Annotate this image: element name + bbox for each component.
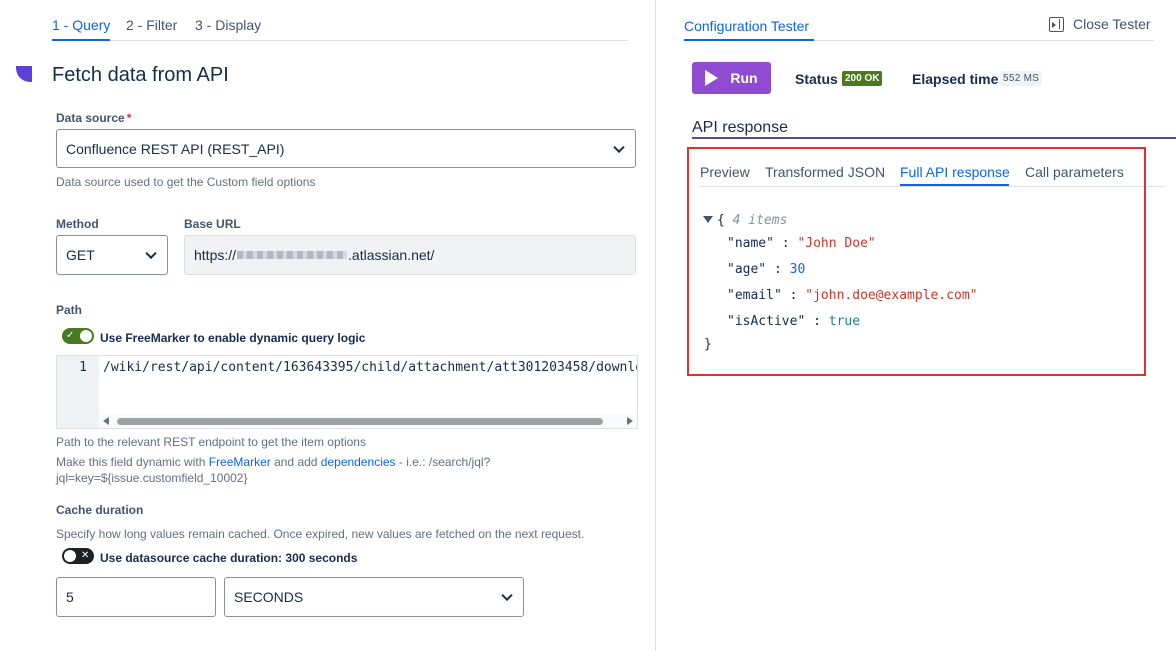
toggle-knob (80, 330, 92, 342)
chevron-down-icon (501, 589, 513, 602)
close-tester-button[interactable]: Close Tester (1049, 16, 1151, 32)
path-help-dynamic: Make this field dynamic with FreeMarker … (56, 455, 491, 469)
path-label: Path (56, 303, 83, 317)
freemarker-toggle-label: Use FreeMarker to enable dynamic query l… (100, 331, 366, 345)
close-tester-label: Close Tester (1073, 16, 1151, 32)
method-label: Method (56, 217, 99, 231)
panel-divider (655, 0, 656, 651)
cache-duration-help: Specify how long values remain cached. O… (56, 527, 585, 541)
data-source-value: Confluence REST API (REST_API) (66, 140, 285, 157)
line-number: 1 (79, 360, 87, 375)
cross-icon: ✕ (81, 550, 90, 561)
cache-unit-value: SECONDS (234, 589, 304, 605)
api-response-underline (692, 137, 1176, 139)
base-url-label: Base URL (184, 217, 241, 231)
cache-duration-input[interactable]: 5 (56, 577, 216, 617)
play-icon (705, 70, 719, 86)
scrollbar-thumb[interactable] (117, 418, 603, 425)
data-source-label: Data source * (56, 111, 132, 125)
section-marker-icon (16, 66, 32, 82)
method-value: GET (66, 247, 95, 263)
panel-close-icon (1049, 16, 1064, 32)
tab-configuration-tester[interactable]: Configuration Tester (684, 18, 809, 34)
base-url-suffix: .atlassian.net/ (348, 247, 435, 263)
highlight-box (687, 147, 1146, 376)
path-code-editor[interactable]: 1 /wiki/rest/api/content/163643395/child… (56, 355, 638, 429)
tabs-underline (52, 40, 628, 41)
scroll-right-icon[interactable] (627, 417, 633, 425)
data-source-help: Data source used to get the Custom field… (56, 175, 316, 189)
horizontal-scrollbar[interactable] (99, 414, 637, 428)
check-icon: ✓ (66, 330, 75, 341)
scroll-left-icon[interactable] (103, 417, 109, 425)
status-badge: 200 OK (842, 71, 883, 86)
cache-unit-select[interactable]: SECONDS (224, 577, 524, 617)
freemarker-toggle[interactable]: ✓ (62, 328, 94, 344)
tester-tab-indicator (684, 39, 814, 41)
redacted-host (237, 251, 348, 259)
cache-duration-label: Cache duration (56, 503, 144, 517)
dependencies-link[interactable]: dependencies (321, 455, 396, 469)
required-mark: * (126, 111, 132, 125)
tab-filter[interactable]: 2 - Filter (126, 17, 177, 33)
page-title: Fetch data from API (52, 64, 229, 86)
path-code[interactable]: /wiki/rest/api/content/163643395/child/a… (103, 360, 637, 375)
base-url-prefix: https:// (194, 247, 237, 263)
base-url-field[interactable]: https:// .atlassian.net/ (184, 235, 636, 275)
freemarker-link[interactable]: FreeMarker (209, 455, 271, 469)
api-response-title: API response (692, 119, 789, 136)
method-select[interactable]: GET (56, 235, 168, 275)
elapsed-time-label: Elapsed time (912, 71, 999, 87)
elapsed-time-badge: 552 MS (1000, 71, 1043, 86)
cache-duration-value: 5 (66, 589, 74, 605)
chevron-down-icon (613, 141, 625, 153)
data-source-select[interactable]: Confluence REST API (REST_API) (56, 129, 636, 168)
run-label: Run (730, 70, 758, 86)
chevron-down-icon (145, 247, 157, 260)
tab-display[interactable]: 3 - Display (195, 17, 261, 33)
cache-toggle-label: Use datasource cache duration: 300 secon… (100, 551, 358, 565)
path-help-example: jql=key=${issue.customfield_10002} (56, 471, 248, 485)
tab-query[interactable]: 1 - Query (52, 17, 110, 33)
cache-toggle[interactable]: ✕ (62, 548, 94, 564)
toggle-knob (64, 550, 76, 562)
run-button[interactable]: Run (692, 62, 771, 94)
path-help: Path to the relevant REST endpoint to ge… (56, 435, 366, 449)
status-label: Status (795, 71, 838, 87)
active-tab-indicator (52, 39, 110, 41)
